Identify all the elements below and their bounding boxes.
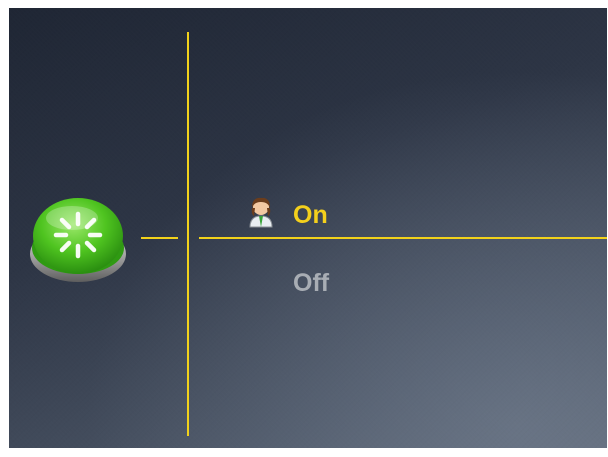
vertical-divider-line [187,32,189,436]
user-avatar-icon [247,196,275,228]
selection-underline [199,237,607,239]
power-button[interactable] [28,194,128,286]
connector-line-left [141,237,178,239]
app-screen: On Off [9,8,607,448]
option-on[interactable]: On [293,200,328,230]
power-loading-icon [30,198,126,282]
option-off[interactable]: Off [293,268,329,298]
